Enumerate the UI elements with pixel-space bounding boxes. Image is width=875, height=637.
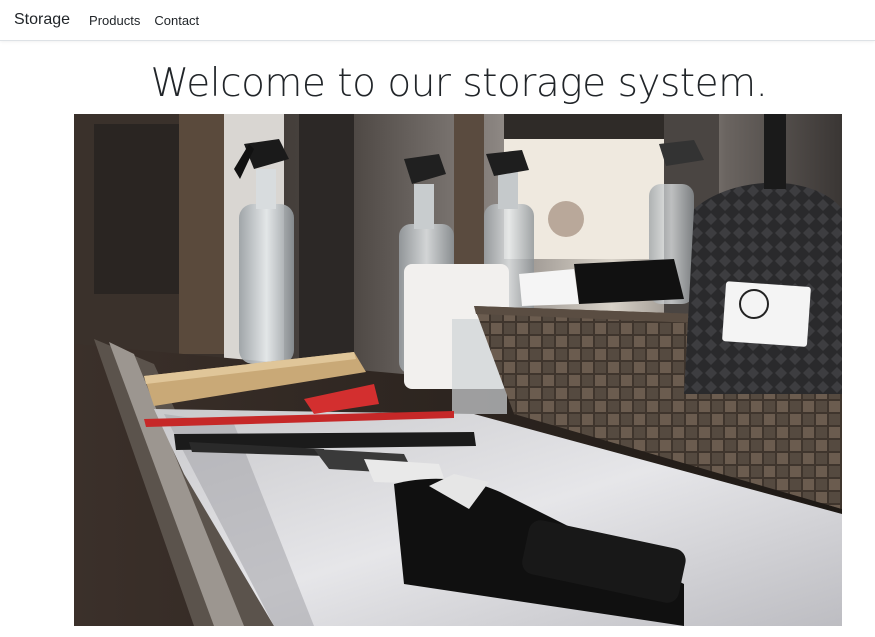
barbershop-photo-illustration — [74, 114, 842, 626]
navbar-brand[interactable]: Storage — [14, 11, 70, 29]
nav-links: Products Contact — [82, 13, 206, 28]
hero-image — [74, 114, 842, 626]
nav-link-products[interactable]: Products — [82, 13, 147, 28]
business-card-icon — [722, 281, 811, 347]
top-navbar: Storage Products Contact — [0, 0, 875, 41]
page-title: Welcome to our storage system. — [150, 61, 768, 106]
nav-link-contact[interactable]: Contact — [147, 13, 206, 28]
